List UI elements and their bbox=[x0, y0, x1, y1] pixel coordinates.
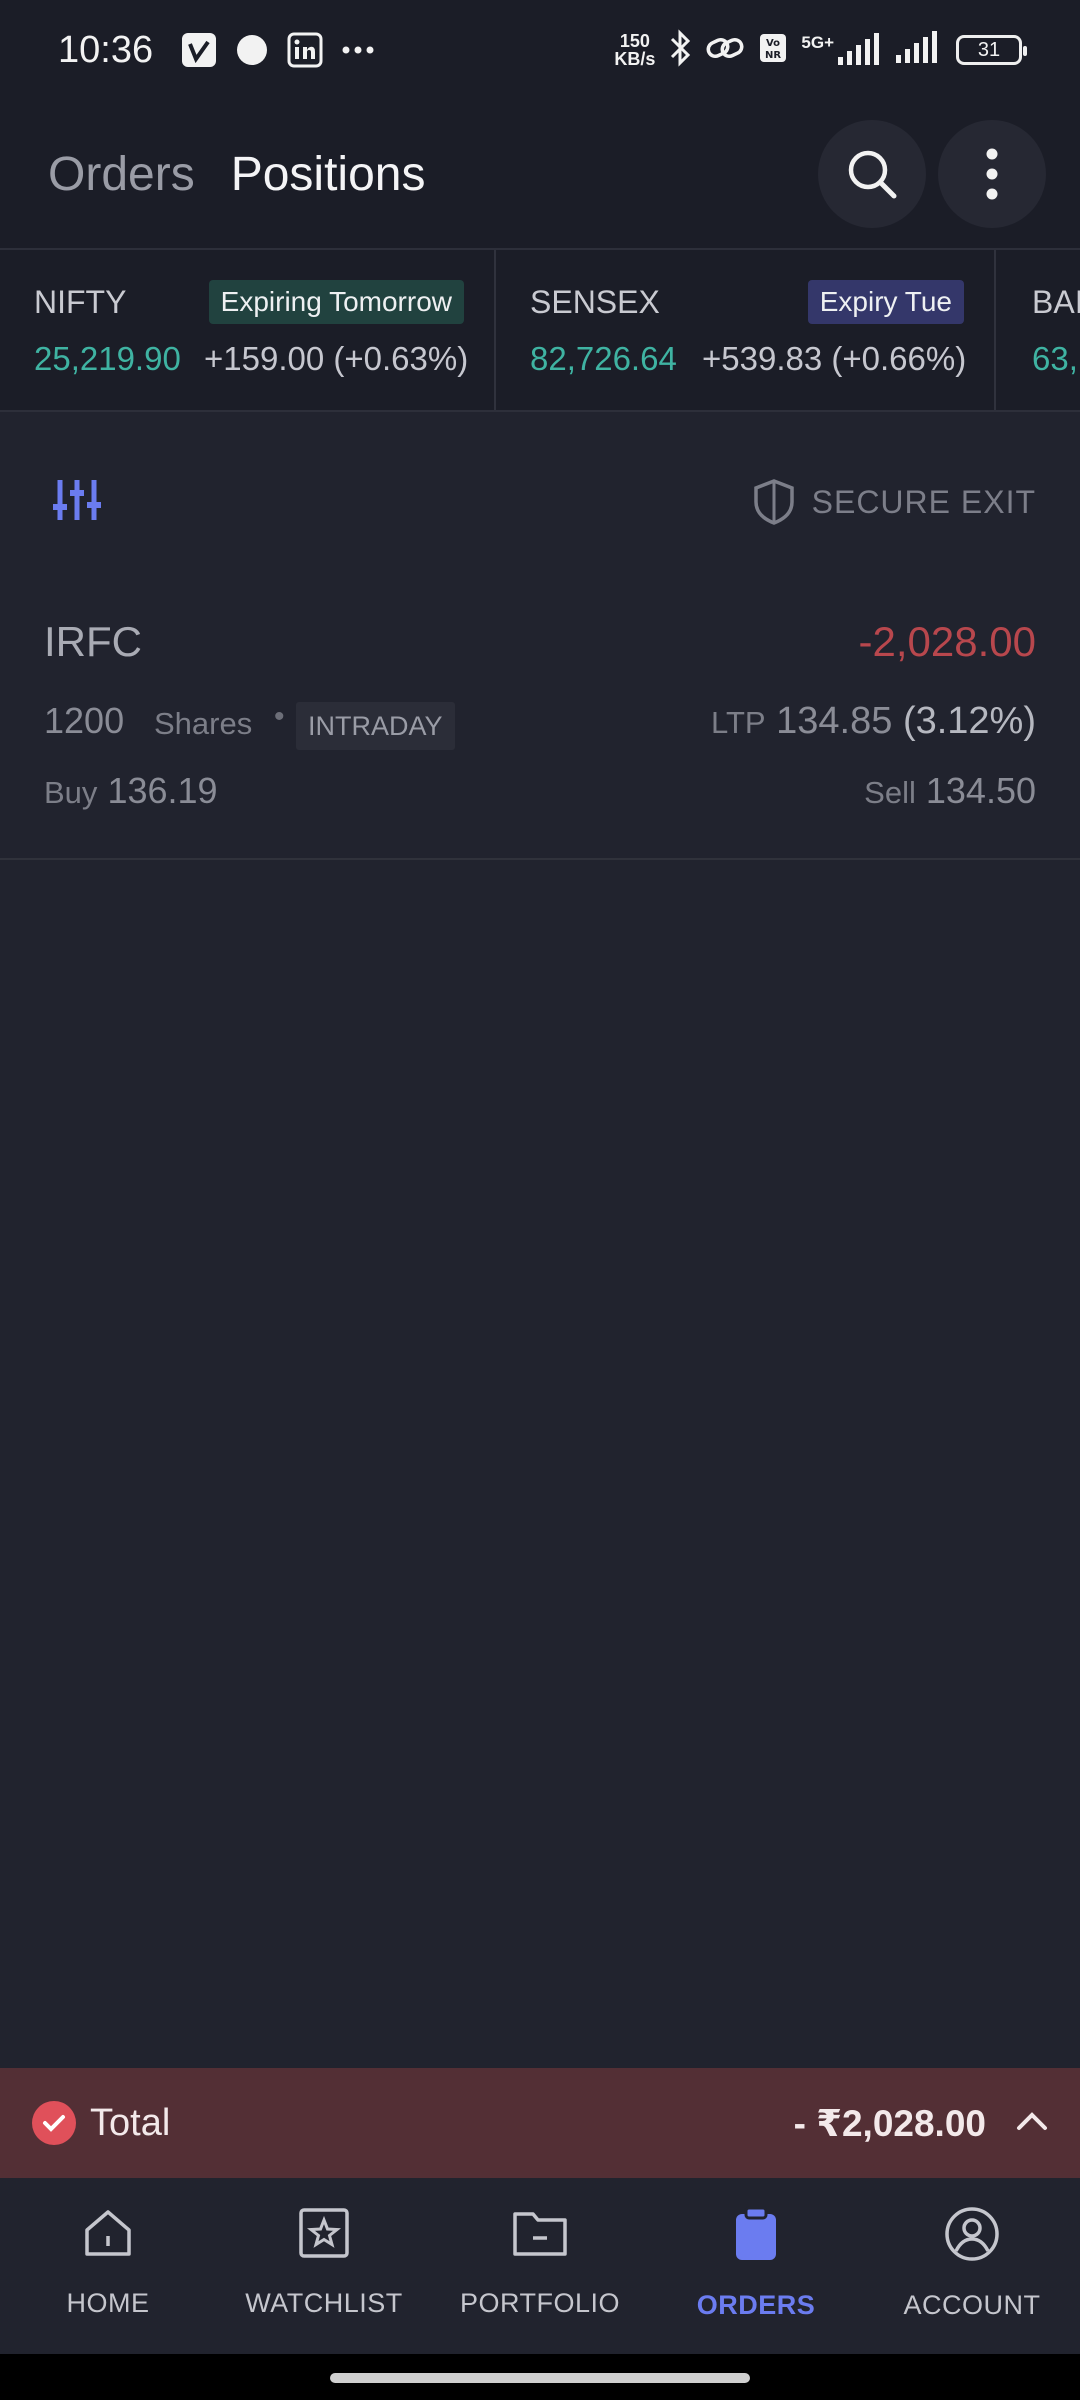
total-pnl-bar[interactable]: Total - ₹2,028.00 bbox=[0, 2068, 1080, 2178]
battery-icon: 31 bbox=[956, 35, 1027, 65]
nav-label: ORDERS bbox=[696, 2290, 816, 2320]
position-buy: Buy 136.19 bbox=[44, 770, 218, 812]
shield-icon bbox=[753, 479, 794, 525]
ticker-card-partial[interactable]: BAI 63, bbox=[996, 250, 1080, 410]
filter-sliders-icon bbox=[53, 480, 101, 520]
buy-price: 136.19 bbox=[107, 770, 218, 811]
position-symbol: IRFC bbox=[44, 618, 142, 665]
position-quantity: 1200 bbox=[44, 700, 125, 741]
expiry-badge: Expiry Tue bbox=[807, 280, 964, 324]
position-row-irfc[interactable]: IRFC -2,028.00 1200 Shares • INTRADAY LT… bbox=[0, 592, 1080, 860]
account-icon bbox=[945, 2207, 999, 2261]
ticker-card-nifty[interactable]: NIFTY Expiring Tomorrow 25,219.90 +159.0… bbox=[0, 250, 496, 410]
home-gesture-handle[interactable] bbox=[330, 2373, 750, 2383]
index-ticker-strip[interactable]: NIFTY Expiring Tomorrow 25,219.90 +159.0… bbox=[0, 248, 1080, 412]
tab-positions[interactable]: Positions bbox=[231, 147, 426, 202]
more-vertical-icon bbox=[986, 148, 998, 200]
signal-5g-icon: 5G+ bbox=[801, 33, 880, 67]
nav-label: HOME bbox=[66, 2288, 150, 2318]
nav-account[interactable]: ACCOUNT bbox=[864, 2178, 1080, 2354]
nav-home[interactable]: HOME bbox=[0, 2178, 216, 2354]
ticker-name: NIFTY bbox=[34, 284, 127, 320]
orders-icon bbox=[736, 2206, 776, 2260]
secure-exit-button[interactable]: SECURE EXIT bbox=[752, 478, 1036, 526]
search-button[interactable] bbox=[818, 120, 926, 228]
secure-exit-label: SECURE EXIT bbox=[811, 483, 1036, 520]
nav-label: ACCOUNT bbox=[903, 2290, 1041, 2320]
linkedin-notification-icon bbox=[287, 32, 323, 68]
buy-label: Buy bbox=[44, 775, 98, 810]
nav-label: PORTFOLIO bbox=[459, 2288, 621, 2318]
sell-label: Sell bbox=[864, 775, 916, 810]
status-time: 10:36 bbox=[58, 28, 154, 71]
ticker-card-sensex[interactable]: SENSEX Expiry Tue 82,726.64 +539.83 (+0.… bbox=[496, 250, 996, 410]
ticker-value: 63, bbox=[1032, 340, 1078, 377]
nav-label: WATCHLIST bbox=[245, 2288, 403, 2318]
ticker-change: +159.00 (+0.63%) bbox=[204, 340, 469, 377]
net-speed: 150 KB/s bbox=[614, 31, 656, 69]
bottom-navigation: HOME WATCHLIST PORTFOLIO ORDERS ACCOUNT bbox=[0, 2178, 1080, 2354]
status-icons-right: 150 KB/s Vo NR 5G+ 31 bbox=[614, 28, 1027, 72]
nav-portfolio[interactable]: PORTFOLIO bbox=[432, 2178, 648, 2354]
system-gesture-area bbox=[0, 2354, 1080, 2400]
signal-icon bbox=[894, 30, 942, 70]
svg-text:Vo: Vo bbox=[766, 38, 780, 49]
sell-price: 134.50 bbox=[925, 770, 1036, 811]
total-label: Total bbox=[90, 2101, 171, 2144]
watchlist-icon bbox=[299, 2208, 349, 2258]
ltp-value: 134.85 bbox=[776, 700, 893, 742]
check-circle-icon bbox=[32, 2101, 76, 2145]
bluetooth-icon bbox=[669, 28, 691, 72]
nav-watchlist[interactable]: WATCHLIST bbox=[216, 2178, 432, 2354]
circle-notification-icon bbox=[235, 33, 269, 67]
separator-dot: • bbox=[274, 700, 285, 733]
product-type-badge: INTRADAY bbox=[296, 702, 455, 750]
search-icon bbox=[848, 150, 897, 199]
nav-orders[interactable]: ORDERS bbox=[648, 2178, 864, 2354]
position-pnl: -2,028.00 bbox=[858, 618, 1036, 665]
ltp-label: LTP bbox=[711, 705, 766, 740]
tab-orders[interactable]: Orders bbox=[48, 147, 195, 202]
more-options-button[interactable] bbox=[938, 120, 1046, 228]
ticker-change: +539.83 (+0.66%) bbox=[702, 340, 967, 377]
ticker-value: 82,726.64 bbox=[530, 340, 677, 377]
portfolio-icon bbox=[513, 2212, 567, 2256]
vimeo-notification-icon bbox=[181, 32, 217, 68]
battery-level: 31 bbox=[977, 38, 1001, 61]
app-header: Orders Positions bbox=[0, 100, 1080, 248]
link-icon bbox=[705, 33, 745, 68]
position-sell: Sell 134.50 bbox=[864, 770, 1036, 812]
position-quantity-label: Shares bbox=[154, 706, 253, 741]
ltp-change: (3.12%) bbox=[902, 700, 1036, 742]
positions-toolbar: SECURE EXIT bbox=[0, 412, 1080, 592]
position-ltp: LTP 134.85 (3.12%) bbox=[711, 700, 1036, 743]
volte-icon: Vo NR bbox=[759, 33, 787, 68]
more-notifications-icon bbox=[341, 45, 375, 55]
chevron-up-icon[interactable] bbox=[1016, 2111, 1048, 2136]
ticker-value: 25,219.90 bbox=[34, 340, 181, 377]
filter-button[interactable] bbox=[52, 478, 102, 527]
status-bar: 10:36 150 KB/s Vo NR 5G+ 31 bbox=[0, 0, 1080, 100]
total-value: - ₹2,028.00 bbox=[793, 2102, 986, 2144]
ticker-name: SENSEX bbox=[530, 284, 660, 320]
home-icon bbox=[85, 2210, 131, 2256]
ticker-name: BAI bbox=[1032, 284, 1080, 320]
svg-text:NR: NR bbox=[765, 50, 781, 61]
expiry-badge: Expiring Tomorrow bbox=[208, 280, 464, 324]
